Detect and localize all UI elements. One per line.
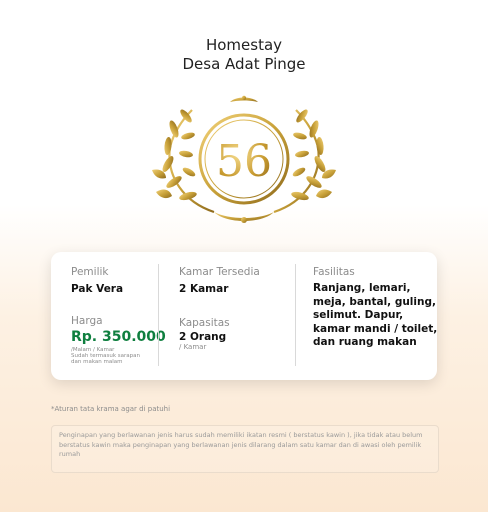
facilities-column: Fasilitas Ranjang, lemari, meja, bantal,… (313, 266, 443, 350)
rooms-label: Kamar Tersedia (179, 266, 260, 278)
price-note-3: dan makan malam (71, 359, 123, 365)
rooms-value: 2 Kamar (179, 283, 229, 295)
owner-value: Pak Vera (71, 283, 124, 295)
rules-note: *Aturan tata krama agar di patuhi (51, 405, 171, 413)
price-label: Harga (71, 315, 103, 327)
page-title: Homestay Desa Adat Pinge (0, 36, 488, 74)
capacity-label: Kapasitas (179, 317, 230, 329)
top-ornament (230, 95, 258, 102)
column-divider-2 (295, 264, 296, 366)
owner-label: Pemilik (71, 266, 109, 278)
title-line-2: Desa Adat Pinge (182, 55, 306, 73)
facilities-text: Ranjang, lemari, meja, bantal, guling, s… (313, 282, 438, 348)
rooms-capacity-column: Kamar Tersedia 2 Kamar Kapasitas 2 Orang… (179, 266, 260, 352)
owner-price-column: Pemilik Pak Vera Harga Rp. 350.000 /Mala… (71, 266, 166, 365)
rules-text: Penginapan yang berlawanan jenis harus s… (59, 431, 423, 458)
bottom-ornament (214, 212, 274, 223)
capacity-value: 2 Orang (179, 331, 227, 343)
price-value: Rp. 350.000 (71, 329, 166, 345)
column-divider-1 (158, 264, 159, 366)
title-line-1: Homestay (205, 36, 283, 54)
homestay-info-card: Pemilik Pak Vera Harga Rp. 350.000 /Mala… (51, 252, 437, 380)
facilities-label: Fasilitas (313, 266, 355, 278)
capacity-unit: / Kamar (179, 343, 207, 351)
rules-box: Penginapan yang berlawanan jenis harus s… (51, 425, 439, 473)
laurel-emblem: 56 (152, 95, 336, 223)
emblem-number: 56 (216, 136, 272, 187)
